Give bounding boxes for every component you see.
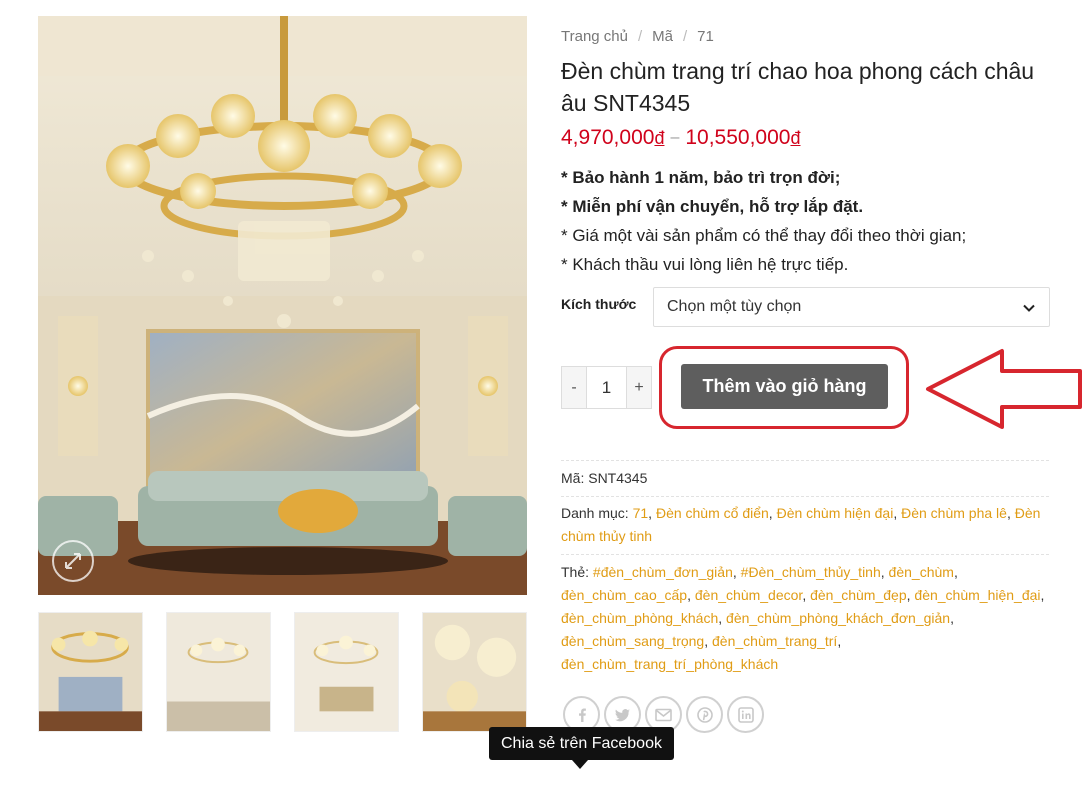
tag-link[interactable]: đèn_chùm_cao_cấp — [561, 587, 687, 603]
categories-label: Danh mục: — [561, 505, 629, 521]
price-range: 4,970,000đ – 10,550,000đ — [561, 126, 800, 150]
tag-link[interactable]: đèn_chùm_decor — [695, 587, 802, 603]
tag-link[interactable]: đèn_chùm — [889, 564, 954, 580]
tag-link[interactable]: đèn_chùm_hiện_đại — [914, 587, 1040, 603]
breadcrumb-current[interactable]: 71 — [697, 28, 714, 45]
add-to-cart-button[interactable]: Thêm vào giỏ hàng — [681, 364, 888, 409]
category-link[interactable]: Đèn chùm hiện đại — [777, 505, 894, 521]
feature-line: * Bảo hành 1 năm, bảo trì trọn đời; — [561, 168, 841, 187]
short-description: * Bảo hành 1 năm, bảo trì trọn đời; * Mi… — [561, 163, 966, 279]
thumbnail-3[interactable] — [294, 612, 399, 732]
tag-link[interactable]: đèn_chùm_trang_trí_phòng_khách — [561, 656, 778, 672]
tag-link[interactable]: đèn_chùm_phòng_khách_đơn_giản — [726, 610, 950, 626]
category-link[interactable]: Đèn chùm pha lê — [901, 505, 1007, 521]
price-dash: – — [670, 129, 680, 146]
product-main-image[interactable] — [38, 16, 527, 595]
breadcrumb-category[interactable]: Mã — [652, 28, 673, 45]
categories-row: Danh mục: 71, Đèn chùm cổ điển, Đèn chùm… — [561, 505, 1041, 544]
price-min: 4,970,000đ — [561, 126, 664, 150]
size-select[interactable]: Chọn một tùy chọn — [653, 287, 1050, 327]
tag-link[interactable]: đèn_chùm_đẹp — [810, 587, 907, 603]
chandelier-photo — [38, 16, 527, 595]
breadcrumb-separator: / — [683, 28, 688, 45]
size-select-value: Chọn một tùy chọn — [667, 298, 802, 315]
size-label: Kích thước — [561, 296, 637, 312]
zoom-button[interactable] — [52, 540, 94, 582]
breadcrumb-separator: / — [637, 28, 643, 45]
tag-link[interactable]: #Đèn_chùm_thủy_tinh — [741, 564, 881, 580]
thumbnail-image — [167, 613, 270, 731]
price-max: 10,550,000đ — [685, 126, 800, 150]
thumbnail-image — [39, 613, 142, 731]
quantity-plus-button[interactable]: + — [627, 367, 651, 408]
tag-link[interactable]: đèn_chùm_sang_trọng — [561, 633, 704, 649]
price-max-value: 10,550,000 — [685, 126, 791, 149]
tag-link[interactable]: đèn_chùm_trang_trí — [712, 633, 837, 649]
feature-line: * Giá một vài sản phẩm có thể thay đổi t… — [561, 226, 967, 245]
sku-value: SNT4345 — [588, 470, 648, 486]
divider — [561, 496, 1049, 497]
category-link[interactable]: 71 — [633, 505, 649, 521]
product-title: Đèn chùm trang trí chao hoa phong cách c… — [561, 58, 1035, 116]
sku-row: Mã: SNT4345 — [561, 467, 1051, 490]
annotation-arrow-icon — [926, 349, 1082, 429]
currency-symbol: đ — [654, 128, 665, 148]
quantity-stepper: - 1 + — [561, 366, 652, 409]
sku-label: Mã: — [561, 470, 585, 486]
expand-icon — [65, 553, 81, 569]
tag-link[interactable]: #đèn_chùm_đơn_giản — [593, 564, 733, 580]
quantity-input[interactable]: 1 — [586, 367, 627, 408]
quantity-minus-button[interactable]: - — [562, 367, 586, 408]
feature-line: * Miễn phí vận chuyển, hỗ trợ lắp đặt. — [561, 197, 864, 216]
chevron-down-icon — [1023, 304, 1035, 312]
divider — [561, 460, 1049, 461]
thumbnail-2[interactable] — [166, 612, 271, 732]
thumbnail-strip — [38, 612, 528, 734]
breadcrumb: Trang chủ / Mã / 71 — [561, 28, 714, 45]
tag-link[interactable]: đèn_chùm_phòng_khách — [561, 610, 718, 626]
thumbnail-4[interactable] — [422, 612, 527, 732]
thumbnail-1[interactable] — [38, 612, 143, 732]
currency-symbol: đ — [790, 128, 801, 148]
price-min-value: 4,970,000 — [561, 126, 655, 149]
tooltip-pointer — [572, 760, 588, 769]
thumbnail-image — [423, 613, 526, 731]
tags-label: Thẻ: — [561, 564, 590, 580]
feature-line: * Khách thầu vui lòng liên hệ trực tiếp. — [561, 255, 849, 274]
linkedin-icon[interactable] — [727, 696, 764, 733]
thumbnail-image — [295, 613, 398, 731]
category-link[interactable]: Đèn chùm cổ điển — [656, 505, 769, 521]
share-tooltip: Chia sẻ trên Facebook — [489, 727, 674, 760]
tags-row: Thẻ: #đèn_chùm_đơn_giản, #Đèn_chùm_thủy_… — [561, 564, 1045, 672]
breadcrumb-home[interactable]: Trang chủ — [561, 28, 628, 45]
divider — [561, 554, 1049, 555]
pinterest-icon[interactable] — [686, 696, 723, 733]
